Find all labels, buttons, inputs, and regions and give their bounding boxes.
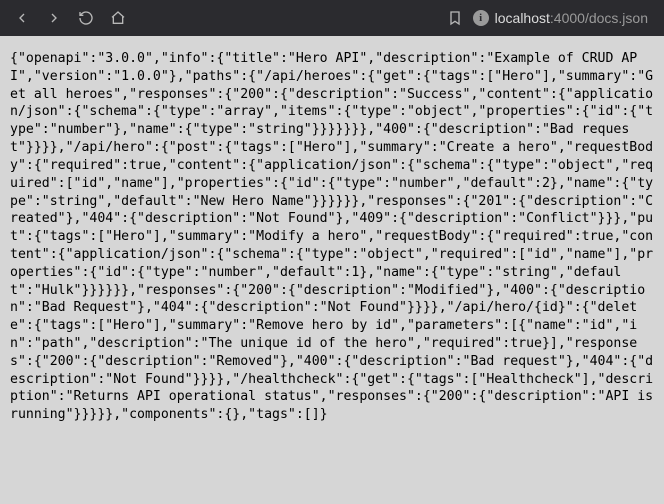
home-button[interactable] (104, 4, 132, 32)
forward-button[interactable] (40, 4, 68, 32)
reload-button[interactable] (72, 4, 100, 32)
json-body: {"openapi":"3.0.0","info":{"title":"Hero… (0, 36, 664, 438)
site-info-icon[interactable]: i (473, 10, 489, 26)
url-host: localhost (495, 10, 550, 26)
address-bar[interactable]: i localhost:4000/docs.json (473, 10, 656, 26)
bookmark-button[interactable] (441, 4, 469, 32)
url-port: :4000 (550, 10, 585, 26)
back-button[interactable] (8, 4, 36, 32)
browser-titlebar: i localhost:4000/docs.json (0, 0, 664, 36)
url-text: localhost:4000/docs.json (495, 10, 648, 26)
url-path: /docs.json (585, 10, 648, 26)
